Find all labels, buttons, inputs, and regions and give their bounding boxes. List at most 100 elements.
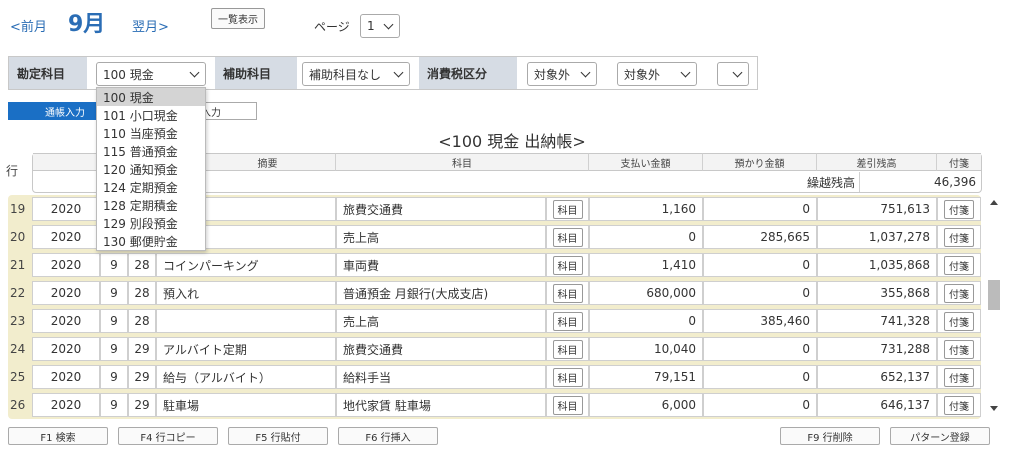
- tax-category-select-3[interactable]: [717, 62, 749, 86]
- dropdown-option[interactable]: 100 現金: [97, 88, 205, 106]
- cell-year[interactable]: 2020: [32, 225, 100, 249]
- cell-account[interactable]: 地代家賃 駐車場: [336, 393, 546, 417]
- f6-insert-row-button[interactable]: F6 行挿入: [338, 427, 438, 445]
- f1-search-button[interactable]: F1 検索: [8, 427, 108, 445]
- cell-year[interactable]: 2020: [32, 337, 100, 361]
- cell-payment[interactable]: 1,160: [589, 197, 703, 221]
- list-view-button[interactable]: 一覧表示: [211, 8, 265, 29]
- cell-payment[interactable]: 680,000: [589, 281, 703, 305]
- cell-payment[interactable]: 0: [589, 309, 703, 333]
- account-picker-button[interactable]: 科目: [552, 395, 583, 415]
- dropdown-option[interactable]: 115 普通預金: [97, 142, 205, 160]
- cell-day[interactable]: 28: [128, 309, 156, 333]
- note-button[interactable]: 付箋: [944, 227, 974, 247]
- page-select[interactable]: 1: [360, 14, 400, 38]
- note-button[interactable]: 付箋: [944, 311, 974, 331]
- cell-payment[interactable]: 6,000: [589, 393, 703, 417]
- cell-deposit[interactable]: 0: [703, 337, 817, 361]
- prev-month-link[interactable]: <前月: [10, 16, 47, 35]
- cell-deposit[interactable]: 0: [703, 393, 817, 417]
- cell-balance[interactable]: 652,137: [817, 365, 937, 389]
- cell-payment[interactable]: 79,151: [589, 365, 703, 389]
- cell-day[interactable]: 29: [128, 365, 156, 389]
- cell-month[interactable]: 9: [100, 309, 128, 333]
- cell-deposit[interactable]: 0: [703, 365, 817, 389]
- tax-category-select-1[interactable]: 対象外: [527, 62, 597, 86]
- note-button[interactable]: 付箋: [944, 199, 974, 219]
- cell-deposit[interactable]: 285,665: [703, 225, 817, 249]
- cell-day[interactable]: 29: [128, 393, 156, 417]
- cell-payment[interactable]: 10,040: [589, 337, 703, 361]
- cell-memo[interactable]: [156, 309, 336, 333]
- cell-day[interactable]: 28: [128, 281, 156, 305]
- cell-month[interactable]: 9: [100, 281, 128, 305]
- cell-day[interactable]: 29: [128, 337, 156, 361]
- cell-year[interactable]: 2020: [32, 281, 100, 305]
- cell-account[interactable]: 売上高: [336, 225, 546, 249]
- scroll-thumb[interactable]: [988, 280, 1000, 310]
- cell-payment[interactable]: 0: [589, 225, 703, 249]
- cell-month[interactable]: 9: [100, 337, 128, 361]
- cell-account[interactable]: 旅費交通費: [336, 197, 546, 221]
- dropdown-option[interactable]: 130 郵便貯金: [97, 232, 205, 250]
- cell-balance[interactable]: 1,035,868: [817, 253, 937, 277]
- cell-balance[interactable]: 751,613: [817, 197, 937, 221]
- dropdown-option[interactable]: 124 定期預金: [97, 178, 205, 196]
- cell-balance[interactable]: 1,037,278: [817, 225, 937, 249]
- cell-memo[interactable]: 預入れ: [156, 281, 336, 305]
- next-month-link[interactable]: 翌月>: [132, 16, 169, 35]
- cell-balance[interactable]: 646,137: [817, 393, 937, 417]
- scroll-down-icon[interactable]: [990, 406, 998, 411]
- tax-category-select-2[interactable]: 対象外: [617, 62, 697, 86]
- cell-balance[interactable]: 741,328: [817, 309, 937, 333]
- pattern-register-button[interactable]: パターン登録: [890, 427, 990, 445]
- scroll-up-icon[interactable]: [990, 200, 998, 205]
- cell-year[interactable]: 2020: [32, 253, 100, 277]
- note-button[interactable]: 付箋: [944, 339, 974, 359]
- cell-memo[interactable]: アルバイト定期: [156, 337, 336, 361]
- note-button[interactable]: 付箋: [944, 395, 974, 415]
- account-picker-button[interactable]: 科目: [552, 311, 583, 331]
- account-picker-button[interactable]: 科目: [552, 339, 583, 359]
- note-button[interactable]: 付箋: [944, 283, 974, 303]
- cell-month[interactable]: 9: [100, 393, 128, 417]
- cell-year[interactable]: 2020: [32, 365, 100, 389]
- dropdown-option[interactable]: 129 別段預金: [97, 214, 205, 232]
- account-picker-button[interactable]: 科目: [552, 283, 583, 303]
- sub-account-select[interactable]: 補助科目なし: [302, 62, 410, 86]
- cell-month[interactable]: 9: [100, 253, 128, 277]
- cell-memo[interactable]: 給与（アルバイト）: [156, 365, 336, 389]
- cell-month[interactable]: 9: [100, 365, 128, 389]
- cell-payment[interactable]: 1,410: [589, 253, 703, 277]
- dropdown-option[interactable]: 101 小口現金: [97, 106, 205, 124]
- account-picker-button[interactable]: 科目: [552, 367, 583, 387]
- cell-deposit[interactable]: 0: [703, 197, 817, 221]
- dropdown-option[interactable]: 120 通知預金: [97, 160, 205, 178]
- account-picker-button[interactable]: 科目: [552, 227, 583, 247]
- cell-account[interactable]: 車両費: [336, 253, 546, 277]
- f9-delete-row-button[interactable]: F9 行削除: [780, 427, 880, 445]
- f4-copy-row-button[interactable]: F4 行コピー: [118, 427, 218, 445]
- note-button[interactable]: 付箋: [944, 255, 974, 275]
- dropdown-option[interactable]: 128 定期積金: [97, 196, 205, 214]
- cell-balance[interactable]: 355,868: [817, 281, 937, 305]
- cell-memo[interactable]: コインパーキング: [156, 253, 336, 277]
- account-picker-button[interactable]: 科目: [552, 255, 583, 275]
- cell-deposit[interactable]: 0: [703, 253, 817, 277]
- cell-account[interactable]: 普通預金 月銀行(大成支店): [336, 281, 546, 305]
- cell-memo[interactable]: 駐車場: [156, 393, 336, 417]
- account-select[interactable]: 100 現金: [96, 62, 206, 86]
- dropdown-option[interactable]: 110 当座預金: [97, 124, 205, 142]
- cell-day[interactable]: 28: [128, 253, 156, 277]
- cell-account[interactable]: 売上高: [336, 309, 546, 333]
- cell-deposit[interactable]: 385,460: [703, 309, 817, 333]
- f5-paste-row-button[interactable]: F5 行貼付: [228, 427, 328, 445]
- cell-account[interactable]: 旅費交通費: [336, 337, 546, 361]
- cell-year[interactable]: 2020: [32, 197, 100, 221]
- cell-year[interactable]: 2020: [32, 393, 100, 417]
- cell-account[interactable]: 給料手当: [336, 365, 546, 389]
- account-picker-button[interactable]: 科目: [552, 199, 583, 219]
- cell-balance[interactable]: 731,288: [817, 337, 937, 361]
- cell-deposit[interactable]: 0: [703, 281, 817, 305]
- cell-year[interactable]: 2020: [32, 309, 100, 333]
